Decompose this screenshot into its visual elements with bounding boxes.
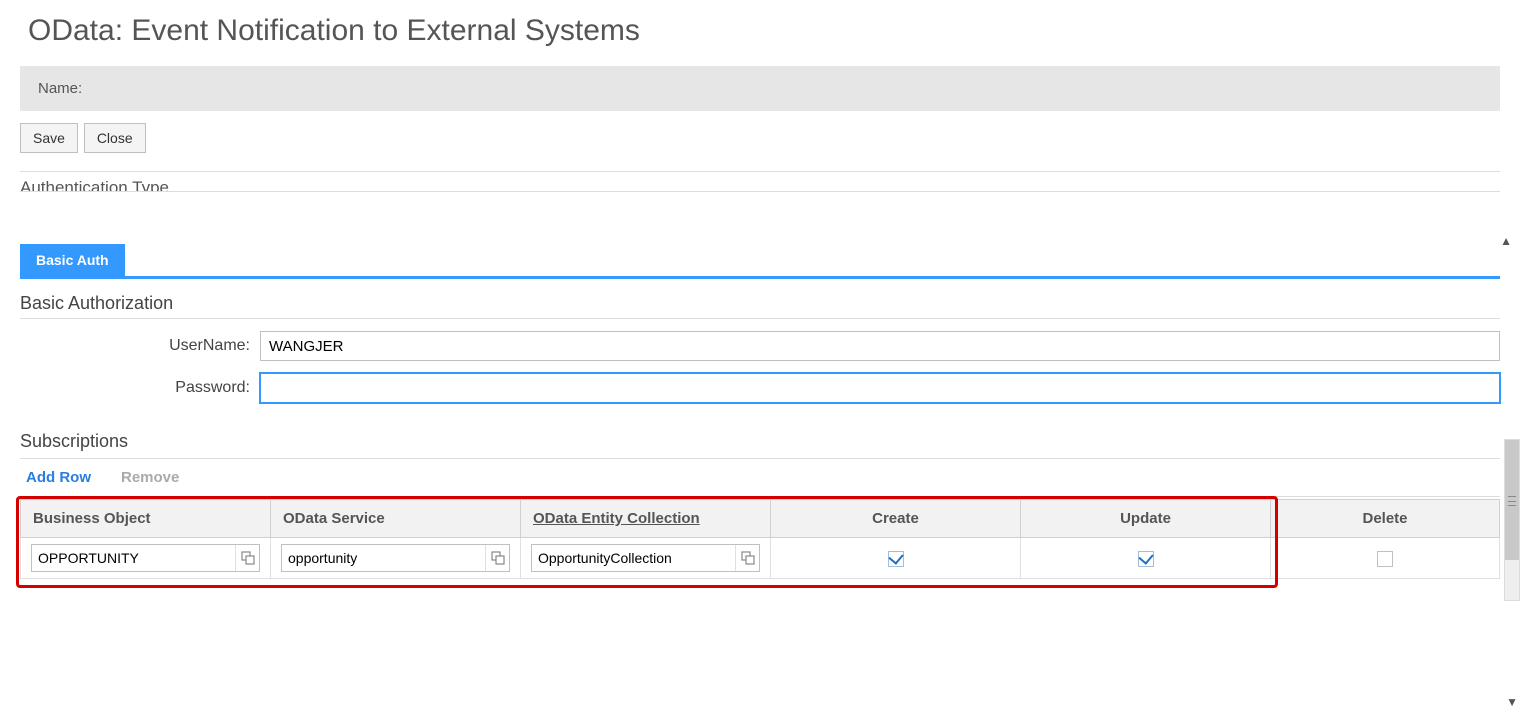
auth-tabstrip: Basic Auth <box>20 244 1500 279</box>
col-delete[interactable]: Delete <box>1271 500 1500 538</box>
tab-basic-auth[interactable]: Basic Auth <box>20 244 125 276</box>
scrollbar-thumb[interactable] <box>1505 440 1519 560</box>
value-help-icon[interactable] <box>485 545 509 571</box>
value-help-icon[interactable] <box>235 545 259 571</box>
col-create[interactable]: Create <box>771 500 1021 538</box>
update-checkbox[interactable] <box>1138 551 1154 567</box>
business-object-cell <box>31 544 260 572</box>
subscriptions-toolbar: Add Row Remove <box>20 459 1500 497</box>
scrollbar[interactable] <box>1504 439 1520 601</box>
divider <box>20 171 1500 172</box>
basic-auth-section-title: Basic Authorization <box>20 293 1500 319</box>
odata-service-input[interactable] <box>282 548 485 568</box>
name-bar: Name: <box>20 66 1500 111</box>
close-button[interactable]: Close <box>84 123 146 153</box>
business-object-input[interactable] <box>32 548 235 568</box>
password-label: Password: <box>20 379 260 397</box>
save-button[interactable]: Save <box>20 123 78 153</box>
truncated-section-heading: Authentication Type <box>20 178 1500 192</box>
value-help-icon[interactable] <box>735 545 759 571</box>
col-update[interactable]: Update <box>1021 500 1271 538</box>
page-title: OData: Event Notification to External Sy… <box>28 14 1500 48</box>
create-checkbox[interactable] <box>888 551 904 567</box>
table-row[interactable] <box>21 538 1500 579</box>
odata-service-cell <box>281 544 510 572</box>
col-odata-service[interactable]: OData Service <box>271 500 521 538</box>
add-row-button[interactable]: Add Row <box>26 469 91 486</box>
truncated-section-label: Authentication Type <box>20 178 169 192</box>
username-field[interactable] <box>260 331 1500 361</box>
action-bar: Save Close <box>20 123 1500 153</box>
subscriptions-table: Business Object OData Service OData Enti… <box>20 499 1500 579</box>
password-field[interactable] <box>260 373 1500 403</box>
col-business-object[interactable]: Business Object <box>21 500 271 538</box>
remove-button[interactable]: Remove <box>121 469 179 486</box>
col-odata-entity-collection[interactable]: OData Entity Collection <box>521 500 771 538</box>
delete-checkbox[interactable] <box>1377 551 1393 567</box>
subscriptions-title: Subscriptions <box>20 431 1500 459</box>
scroll-up-icon[interactable]: ▲ <box>1500 234 1512 248</box>
username-label: UserName: <box>20 337 260 355</box>
scroll-down-icon[interactable]: ▼ <box>1506 695 1518 709</box>
name-label: Name: <box>38 80 82 97</box>
entity-collection-cell <box>531 544 760 572</box>
entity-collection-input[interactable] <box>532 548 735 568</box>
